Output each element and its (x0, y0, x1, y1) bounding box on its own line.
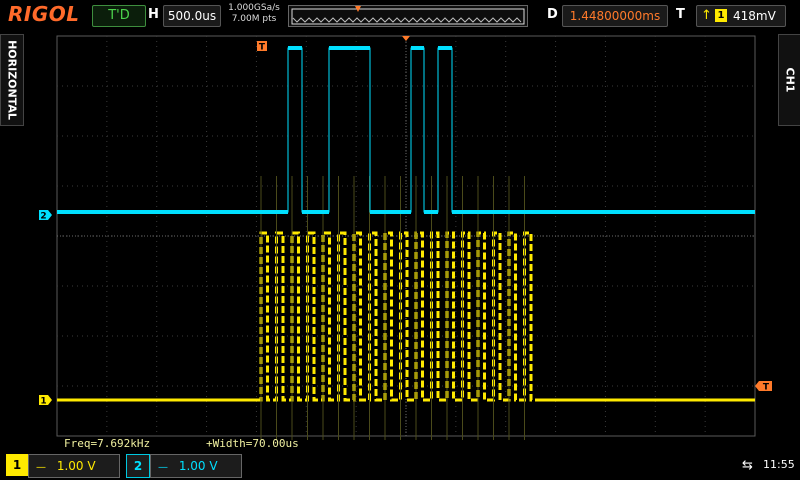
waveform-display[interactable]: 1 2 T T (0, 0, 800, 452)
ch1-scale: 1.00 V (56, 459, 96, 473)
ch2-scale: 1.00 V (178, 459, 218, 473)
ch2-button[interactable]: 2 (126, 454, 150, 478)
ch2-scale-box[interactable]: — 1.00 V (150, 454, 242, 478)
system-clock: 11:55 (763, 458, 795, 471)
channel-status-bar (0, 452, 800, 480)
frequency-measurement: Freq=7.692kHz (64, 437, 151, 450)
ch1-button[interactable]: 1 (6, 454, 28, 476)
svg-text:T: T (259, 43, 266, 53)
ch2-ground-marker: 2 (39, 210, 52, 222)
trigger-time-marker: T (257, 41, 267, 53)
ch1-scale-box[interactable]: — 1.00 V (28, 454, 120, 478)
dc-coupling-icon: — (36, 462, 46, 473)
trigger-position-marker (402, 36, 410, 41)
dc-coupling-icon: — (158, 462, 168, 473)
pulse-width-measurement: +Width=70.00us (206, 437, 299, 450)
ch1-ground-marker: 1 (39, 395, 52, 407)
svg-text:1: 1 (40, 397, 46, 407)
svg-text:2: 2 (40, 212, 46, 222)
svg-text:T: T (763, 383, 770, 393)
usb-icon: ⇆ (742, 458, 753, 473)
trigger-level-marker: T (755, 381, 772, 393)
